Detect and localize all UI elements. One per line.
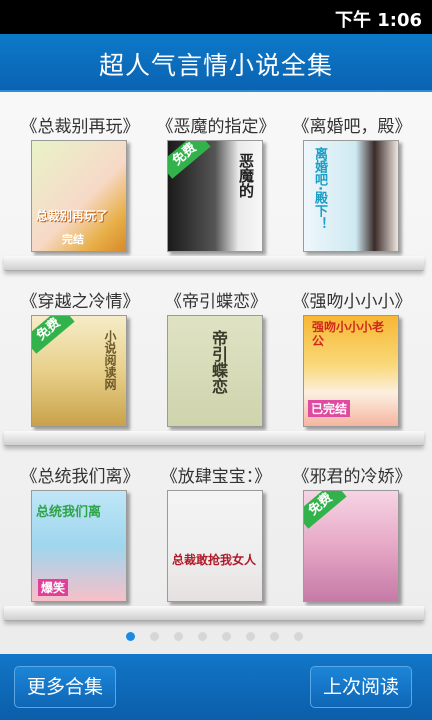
bottom-bar: 更多合集 上次阅读 xyxy=(0,654,432,720)
book-title: 《总裁别再玩》 xyxy=(20,117,140,137)
book-cover[interactable]: 离婚吧·殿下！ xyxy=(303,140,399,252)
page-dot[interactable] xyxy=(150,632,159,641)
page-dot[interactable] xyxy=(270,632,279,641)
page-dot[interactable] xyxy=(126,632,135,641)
shelf-board xyxy=(4,256,424,271)
title-bar: 超人气言情小说全集 xyxy=(0,34,432,92)
book-cover[interactable]: 免费 xyxy=(303,490,399,602)
shelf-board xyxy=(4,606,424,621)
cover-title: 恶魔的 xyxy=(237,153,255,198)
bookshelf: 《总裁别再玩》 总裁别再玩了 完结 《恶魔的指定》 免费 恶魔的 《离婚吧，殿》… xyxy=(0,92,432,654)
status-time: 下午 1:06 xyxy=(334,10,422,31)
page-dot[interactable] xyxy=(222,632,231,641)
page-dot[interactable] xyxy=(174,632,183,641)
free-badge: 免费 xyxy=(32,316,75,354)
cover-title: 离婚吧·殿下！ xyxy=(312,147,327,230)
page-dot[interactable] xyxy=(246,632,255,641)
book-cover[interactable]: 总裁别再玩了 完结 xyxy=(31,140,127,252)
free-badge: 免费 xyxy=(168,141,211,179)
cover-title: 强吻小小小老公 xyxy=(312,320,385,348)
cover-title: 小说阅读网 xyxy=(103,330,117,390)
page-dot[interactable] xyxy=(294,632,303,641)
cover-title: 总统我们离 xyxy=(36,505,102,520)
cover-title: 总裁敢抢我女人 xyxy=(172,553,257,567)
cover-subtitle: 爆笑 xyxy=(38,579,69,596)
page-indicator xyxy=(0,632,432,644)
book-cover[interactable]: 免费 小说阅读网 xyxy=(31,315,127,427)
book-cover[interactable]: 强吻小小小老公 已完结 xyxy=(303,315,399,427)
book-title: 《强吻小小小》 xyxy=(292,292,412,312)
shelf-board xyxy=(4,431,424,446)
page-title: 超人气言情小说全集 xyxy=(98,51,333,80)
book-title: 《恶魔的指定》 xyxy=(156,117,276,137)
more-collections-button[interactable]: 更多合集 xyxy=(14,666,117,708)
book-cover[interactable]: 总裁敢抢我女人 xyxy=(167,490,263,602)
book-cover[interactable]: 免费 恶魔的 xyxy=(167,140,263,252)
book-title: 《离婚吧，殿》 xyxy=(292,117,412,137)
book-title: 《邪君的冷娇》 xyxy=(292,467,412,487)
status-bar: 下午 1:06 xyxy=(0,0,432,34)
cover-title: 帝引蝶恋 xyxy=(209,330,228,394)
free-badge: 免费 xyxy=(304,491,347,529)
book-cover[interactable]: 帝引蝶恋 xyxy=(167,315,263,427)
book-cover[interactable]: 总统我们离 爆笑 xyxy=(31,490,127,602)
book-title: 《穿越之冷情》 xyxy=(20,292,140,312)
book-title: 《帝引蝶恋》 xyxy=(165,292,267,312)
cover-subtitle: 完结 xyxy=(62,233,84,246)
cover-title: 总裁别再玩了 xyxy=(36,209,109,223)
cover-subtitle: 已完结 xyxy=(308,400,351,417)
book-title: 《总统我们离》 xyxy=(20,467,140,487)
last-read-button[interactable]: 上次阅读 xyxy=(310,666,413,708)
page-dot[interactable] xyxy=(198,632,207,641)
book-title: 《放肆宝宝：》 xyxy=(160,467,272,487)
